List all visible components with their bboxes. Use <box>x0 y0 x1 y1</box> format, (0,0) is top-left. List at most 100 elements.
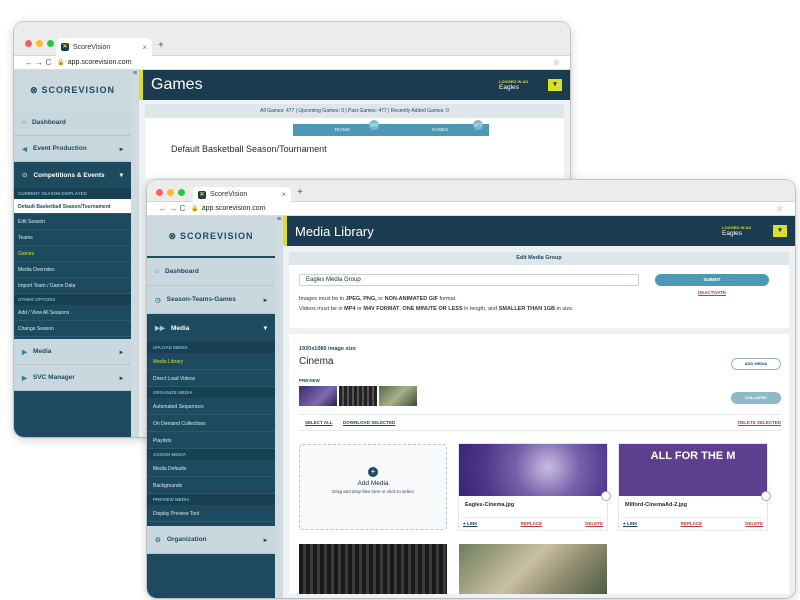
sidebar-sub-media-overrides[interactable]: Media Overrides <box>14 262 131 278</box>
media-actions: ● LINK REPLACE DELETE <box>623 517 763 526</box>
chevron-right-icon: ▸ <box>119 374 123 382</box>
back-address-bar: ← → C 🔒 app.scorevision.com ☆ <box>14 56 570 70</box>
fast-forward-icon: ▶▶ <box>155 325 165 332</box>
sidebar-sub-display-preview[interactable]: Display Preview Tool <box>147 505 275 522</box>
select-radio[interactable] <box>601 491 611 501</box>
sidebar-item-dashboard[interactable]: ⌂ Dashboard <box>147 258 275 286</box>
front-address-bar: ← → C 🔒 app.scorevision.com ☆ <box>147 202 795 216</box>
deactivate-link[interactable]: DEACTIVATE <box>655 290 769 295</box>
hamburger-menu-icon[interactable]: ≡ <box>131 70 139 437</box>
sidebar-sub-teams[interactable]: Teams <box>14 230 131 246</box>
hamburger-menu-icon[interactable]: ≡ <box>275 216 283 598</box>
delete-selected-link[interactable]: DELETE SELECTED <box>738 420 781 425</box>
media-thumbnail[interactable] <box>299 544 447 594</box>
bookmark-star-icon[interactable]: ☆ <box>776 204 783 213</box>
link-link[interactable]: ● LINK <box>463 521 477 526</box>
close-tab-icon[interactable]: × <box>142 43 147 52</box>
sidebar-sub-media-library[interactable]: Media Library <box>147 353 275 370</box>
sidebar-sub-change-season[interactable]: Change Season <box>14 321 131 337</box>
sidebar-sub-games[interactable]: Games <box>14 246 131 262</box>
collapse-button[interactable]: COLLAPSE <box>731 392 781 404</box>
home-icon: ⌂ <box>22 119 26 126</box>
maximize-window-icon[interactable] <box>178 189 185 196</box>
logo-icon: ⊗ <box>168 230 178 241</box>
home-icon: ⌂ <box>155 268 159 275</box>
sidebar-sub-default-season[interactable]: Default Basketball Season/Tournament <box>14 199 131 214</box>
thumbnail-overlay-text: ALL FOR THE M <box>650 450 736 462</box>
minimize-window-icon[interactable] <box>167 189 174 196</box>
new-tab-icon[interactable]: + <box>297 187 303 198</box>
sidebar-item-competitions[interactable]: ⊙ Competitions & Events ▾ <box>14 162 131 188</box>
edit-group-title: Edit Media Group <box>289 252 789 265</box>
step-games[interactable]: GAMES 477 <box>391 120 489 136</box>
sidebar-item-media[interactable]: ▶ Media ▸ <box>14 339 131 365</box>
page-title: Media Library <box>295 223 374 239</box>
preview-thumb-1[interactable] <box>299 386 337 406</box>
close-tab-icon[interactable]: × <box>281 190 286 199</box>
user-menu-toggle[interactable]: ▾ <box>773 225 787 237</box>
submit-button[interactable]: SUBMIT <box>655 274 769 286</box>
step-teams[interactable]: TEAMS 102 <box>293 120 391 136</box>
group-name-input[interactable]: Eagles Media Group <box>299 274 639 286</box>
media-thumbnail[interactable]: ALL FOR THE M <box>619 444 771 501</box>
sidebar-sub-import[interactable]: Import Team / Game Data <box>14 278 131 294</box>
season-title: Default Basketball Season/Tournament <box>171 144 327 154</box>
new-tab-icon[interactable]: + <box>158 40 164 51</box>
browser-tab[interactable]: ✕ ScoreVision × <box>56 38 152 56</box>
sidebar-sub-edit-season[interactable]: Edit Season <box>14 214 131 230</box>
link-link[interactable]: ● LINK <box>623 521 637 526</box>
dropzone-subtitle: Drag and drop files here or click to sel… <box>332 489 414 494</box>
select-all-link[interactable]: SELECT ALL <box>305 420 333 425</box>
sidebar-item-event-production[interactable]: ◀ Event Production ▸ <box>14 136 131 162</box>
back-header: Games LOGGED IN AS Eagles ▾ <box>139 70 570 100</box>
browser-tab[interactable]: ✕ ScoreVision × <box>193 187 291 202</box>
maximize-window-icon[interactable] <box>47 40 54 47</box>
sidebar-sub-media-defaults[interactable]: Media Defaults <box>147 460 275 477</box>
sidebar-sub-all-seasons[interactable]: Add / View All Seasons <box>14 305 131 321</box>
delete-link[interactable]: DELETE <box>585 521 603 526</box>
section-current-season: CURRENT SEASON DISPLAYED <box>14 188 131 199</box>
sidebar-sub-playlists[interactable]: Playlists <box>147 432 275 449</box>
media-card: ALL FOR THE M Milford-CinemaAd-2.jpg ● L… <box>619 444 771 530</box>
sidebar-item-organization[interactable]: ⚙ Organization ▸ <box>147 526 275 554</box>
preview-label: PREVIEW <box>299 378 320 383</box>
nav-arrows-icon[interactable]: ← → C <box>159 204 185 213</box>
sidebar-item-media[interactable]: ▶▶ Media ▾ <box>147 314 275 342</box>
preview-thumb-3[interactable] <box>379 386 417 406</box>
url-text[interactable]: app.scorevision.com <box>202 205 266 212</box>
select-radio[interactable] <box>761 491 771 501</box>
sidebar-sub-automated-sequences[interactable]: Automated Sequences <box>147 398 275 415</box>
add-media-button[interactable]: ADD MEDIA <box>731 358 781 370</box>
bookmark-star-icon[interactable]: ☆ <box>553 58 560 67</box>
back-tab-strip: ✕ ScoreVision × + <box>14 22 570 56</box>
section-upload-media: UPLOAD MEDIA <box>147 342 275 353</box>
sidebar-sub-on-demand[interactable]: On Demand Collections <box>147 415 275 432</box>
close-window-icon[interactable] <box>156 189 163 196</box>
sidebar-sub-backgrounds[interactable]: Backgrounds <box>147 477 275 494</box>
download-selected-link[interactable]: DOWNLOAD SELECTED <box>343 420 395 425</box>
delete-link[interactable]: DELETE <box>745 521 763 526</box>
sidebar-sub-direct-load[interactable]: Direct Load Videos <box>147 370 275 387</box>
sidebar-item-dashboard[interactable]: ⌂ Dashboard <box>14 110 131 136</box>
nav-arrows-icon[interactable]: ← → C <box>25 58 51 67</box>
add-media-dropzone[interactable]: + Add Media Drag and drop files here or … <box>299 444 447 530</box>
minimize-window-icon[interactable] <box>36 40 43 47</box>
cinema-section-card: 1920x1080 image size Cinema ADD MEDIA PR… <box>289 334 789 594</box>
sidebar-item-svc-manager[interactable]: ▶ SVC Manager ▸ <box>14 365 131 391</box>
settings-icon: ⊙ <box>22 172 28 179</box>
play-icon: ▶ <box>22 348 27 356</box>
user-menu-toggle[interactable]: ▾ <box>548 79 562 91</box>
close-window-icon[interactable] <box>25 40 32 47</box>
media-thumbnail[interactable] <box>459 444 611 501</box>
replace-link[interactable]: REPLACE <box>521 521 543 526</box>
scorevision-logo[interactable]: ⊗ SCOREVISION <box>14 70 131 110</box>
replace-link[interactable]: REPLACE <box>681 521 703 526</box>
media-thumbnail[interactable] <box>459 544 607 594</box>
logged-in-info: LOGGED IN AS Eagles <box>722 225 751 237</box>
front-browser-window: ✕ ScoreVision × + ← → C 🔒 app.scorevisio… <box>147 180 795 598</box>
scorevision-logo[interactable]: ⊗ SCOREVISION <box>147 216 275 256</box>
teams-count-badge: 102 <box>369 120 379 130</box>
preview-thumb-2[interactable] <box>339 386 377 406</box>
sidebar-item-season-teams-games[interactable]: ◷ Season-Teams-Games ▸ <box>147 286 275 314</box>
url-text[interactable]: app.scorevision.com <box>68 59 132 66</box>
